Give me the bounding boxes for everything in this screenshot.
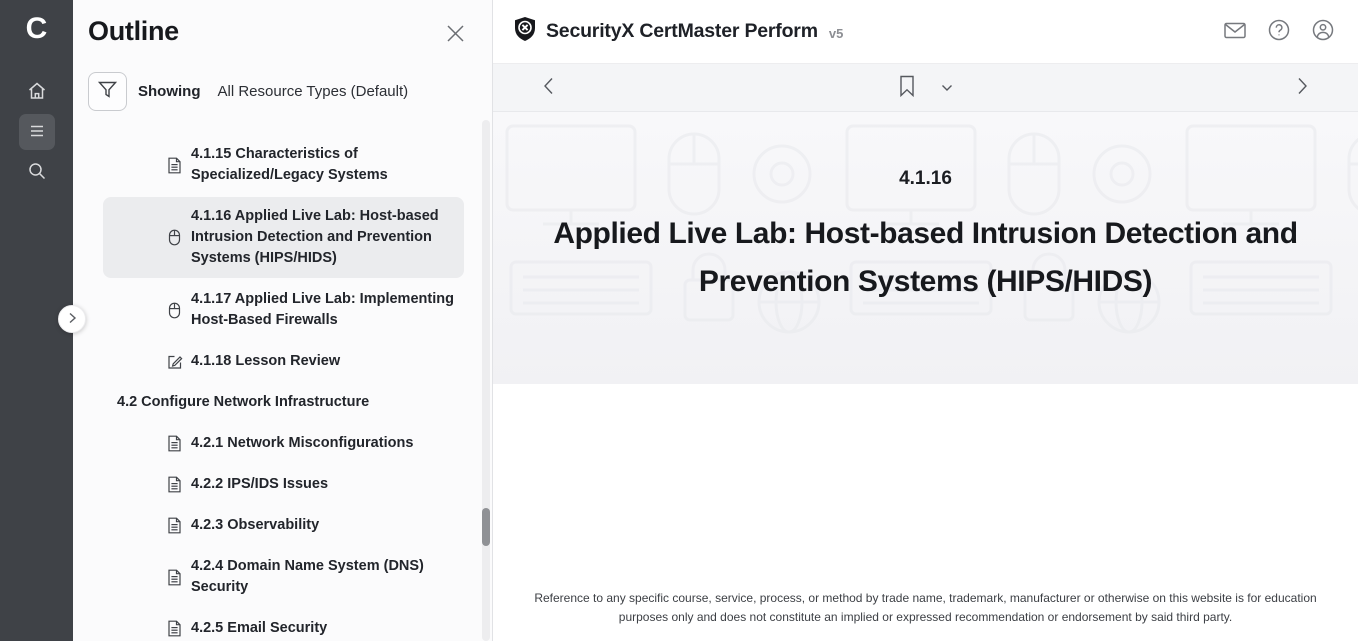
document-icon — [167, 569, 183, 586]
app-title: SecurityX CertMaster Perform — [546, 20, 818, 43]
outline-item-4-1-15[interactable]: 4.1.15 Characteristics of Specialized/Le… — [103, 135, 464, 195]
mouse-icon — [167, 229, 183, 246]
document-icon — [167, 476, 183, 493]
document-icon — [167, 435, 183, 452]
shield-icon — [513, 16, 537, 47]
app-version: v5 — [829, 26, 843, 41]
next-page-button[interactable] — [1293, 73, 1312, 102]
outline-item-4-2-5[interactable]: 4.2.5 Email Security — [103, 609, 464, 641]
document-icon — [167, 620, 183, 637]
lesson-banner: 4.1.16 Applied Live Lab: Host-based Intr… — [493, 112, 1358, 384]
chevron-left-icon — [543, 77, 554, 98]
filter-value: All Resource Types (Default) — [218, 83, 409, 100]
rail-nav — [19, 74, 55, 190]
outline-item-4-1-17[interactable]: 4.1.17 Applied Live Lab: Implementing Ho… — [103, 280, 464, 340]
outline-item-4-2-1[interactable]: 4.2.1 Network Misconfigurations — [103, 424, 464, 463]
outline-panel: Outline Showing All Resource Types (Defa… — [73, 0, 493, 641]
help-icon — [1267, 18, 1291, 45]
outline-item-label: 4.2.2 IPS/IDS Issues — [191, 474, 328, 495]
account-button[interactable] — [1308, 17, 1338, 47]
outline-scrollbar[interactable] — [482, 120, 490, 641]
disclaimer: Reference to any specific course, servic… — [493, 589, 1358, 626]
outline-button[interactable] — [19, 114, 55, 150]
toolbar-center — [558, 71, 1293, 104]
outline-item-label: 4.1.17 Applied Live Lab: Implementing Ho… — [191, 289, 456, 331]
outline-item-4-1-18[interactable]: 4.1.18 Lesson Review — [103, 342, 464, 381]
bookmark-menu-button[interactable] — [937, 76, 957, 99]
messages-button[interactable] — [1220, 17, 1250, 47]
brand: SecurityX CertMaster Perform v5 — [513, 16, 843, 47]
search-button[interactable] — [19, 154, 55, 190]
outline-item-label: 4.2.5 Email Security — [191, 618, 327, 639]
help-button[interactable] — [1264, 17, 1294, 47]
outline-item-4-2-4[interactable]: 4.2.4 Domain Name System (DNS) Security — [103, 547, 464, 607]
comptia-logo: C — [26, 8, 48, 50]
outline-item-label: 4.2.4 Domain Name System (DNS) Security — [191, 556, 456, 598]
mouse-icon — [167, 302, 183, 319]
funnel-icon — [98, 81, 117, 102]
outline-item-label: 4.1.16 Applied Live Lab: Host-based Intr… — [191, 206, 456, 269]
home-icon — [26, 80, 48, 105]
chevron-right-icon — [67, 312, 77, 327]
search-icon — [26, 160, 48, 185]
home-button[interactable] — [19, 74, 55, 110]
document-icon — [167, 157, 183, 174]
account-icon — [1311, 18, 1335, 45]
previous-page-button[interactable] — [539, 73, 558, 102]
section-number: 4.1.16 — [493, 168, 1358, 190]
outline-item-label: 4.2.3 Observability — [191, 515, 319, 536]
disclaimer-text: Reference to any specific course, servic… — [531, 589, 1321, 626]
outline-close-button[interactable] — [442, 22, 468, 48]
document-icon — [167, 517, 183, 534]
outline-item-4-1-16[interactable]: 4.1.16 Applied Live Lab: Host-based Intr… — [103, 197, 464, 278]
outline-section-4-2: 4.2 Configure Network Infrastructure — [103, 383, 464, 422]
outline-item-label: 4.1.18 Lesson Review — [191, 351, 340, 372]
outline-section-label: 4.2 Configure Network Infrastructure — [117, 392, 369, 413]
app-header: SecurityX CertMaster Perform v5 — [493, 0, 1358, 64]
lesson-toolbar — [493, 64, 1358, 112]
filter-showing-label: Showing — [138, 83, 201, 100]
outline-item-label: 4.2.1 Network Misconfigurations — [191, 433, 413, 454]
outline-panel-title: Outline — [88, 16, 179, 47]
outline-item-4-2-3[interactable]: 4.2.3 Observability — [103, 506, 464, 545]
outline-list: 4.1.15 Characteristics of Specialized/Le… — [73, 135, 492, 641]
banner-content: 4.1.16 Applied Live Lab: Host-based Intr… — [493, 168, 1358, 306]
outline-item-label: 4.1.15 Characteristics of Specialized/Le… — [191, 144, 456, 186]
mail-icon — [1223, 20, 1247, 43]
filter-button[interactable] — [88, 72, 127, 111]
chevron-right-icon — [1297, 77, 1308, 98]
chevron-down-icon — [941, 80, 953, 95]
outline-scrollbar-thumb[interactable] — [482, 508, 490, 546]
filter-row: Showing All Resource Types (Default) — [88, 72, 492, 111]
outline-header: Outline — [73, 0, 492, 48]
lesson-title: Applied Live Lab: Host-based Intrusion D… — [496, 210, 1356, 306]
edit-icon — [167, 354, 183, 370]
header-actions — [1220, 17, 1338, 47]
outline-item-4-2-2[interactable]: 4.2.2 IPS/IDS Issues — [103, 465, 464, 504]
bookmark-button[interactable] — [895, 71, 919, 104]
panel-collapse-button[interactable] — [58, 305, 86, 333]
main-area: SecurityX CertMaster Perform v5 — [493, 0, 1358, 641]
bookmark-icon — [899, 75, 915, 100]
close-icon — [445, 23, 466, 47]
list-icon — [27, 121, 47, 144]
